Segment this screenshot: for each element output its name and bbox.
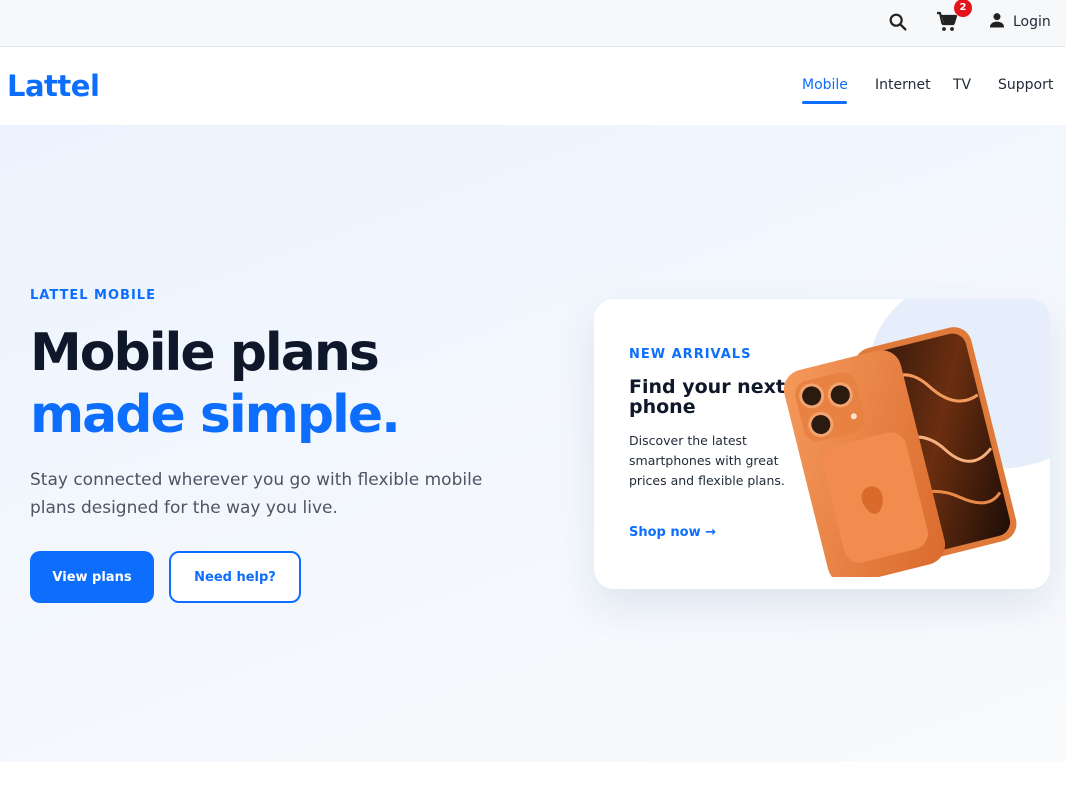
view-plans-button[interactable]: View plans <box>30 551 154 603</box>
user-icon <box>987 10 1007 34</box>
card-description: Discover the latest smartphones with gre… <box>629 433 785 488</box>
hero-eyebrow: LATTEL MOBILE <box>30 288 156 303</box>
new-arrivals-card: NEW ARRIVALS Find your next phone Discov… <box>594 299 1050 589</box>
nav-item-internet[interactable]: Internet <box>875 77 931 93</box>
nav-item-mobile[interactable]: Mobile <box>802 77 848 93</box>
login-label: Login <box>1013 14 1051 30</box>
card-eyebrow: NEW ARRIVALS <box>629 347 752 362</box>
hero-section: LATTEL MOBILE Mobile plans made simple. … <box>0 125 1066 762</box>
hero-headline-line2: made simple. <box>30 385 401 445</box>
search-icon[interactable] <box>887 11 909 33</box>
main-navbar: Lattel Mobile Internet TV Support <box>0 47 1066 125</box>
utility-bar: 2 Login <box>0 0 1066 47</box>
nav-item-support[interactable]: Support <box>998 77 1053 93</box>
hero-description: Stay connected wherever you go with flex… <box>30 470 483 518</box>
brand-logo[interactable]: Lattel <box>7 69 100 103</box>
login-button[interactable]: Login <box>987 10 1051 34</box>
card-title: Find your next phone <box>629 376 785 418</box>
smartphone-image <box>783 317 1024 585</box>
nav-item-tv[interactable]: TV <box>953 77 971 93</box>
shop-now-link[interactable]: Shop now → <box>629 525 716 540</box>
need-help-button[interactable]: Need help? <box>169 551 301 603</box>
cart-count-badge: 2 <box>954 0 972 17</box>
hero-headline-line1: Mobile plans <box>30 323 380 383</box>
active-nav-indicator <box>802 101 847 104</box>
